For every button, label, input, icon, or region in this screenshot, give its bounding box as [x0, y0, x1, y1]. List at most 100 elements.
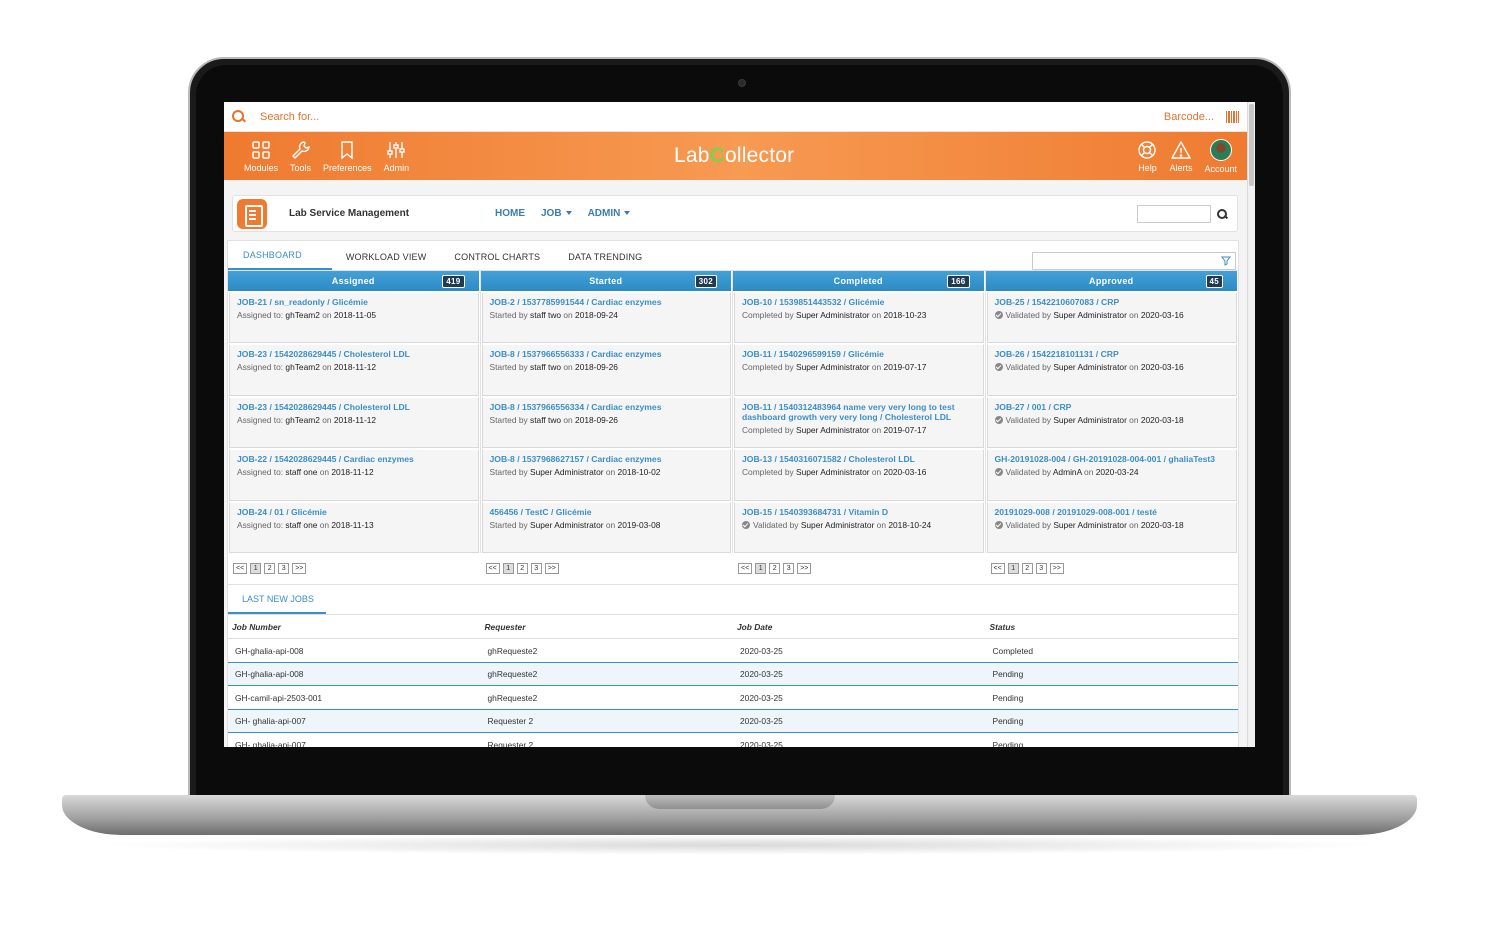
- job-link[interactable]: JOB-21 / sn_readonly / Glicémie: [237, 297, 471, 307]
- job-link[interactable]: JOB-26 / 1542218101131 / CRP: [995, 349, 1230, 359]
- app-nav: HOME JOB ADMIN: [495, 208, 631, 219]
- job-card[interactable]: JOB-13 / 1540316071582 / Cholesterol LDL…: [734, 449, 984, 501]
- page-button[interactable]: 1: [502, 562, 514, 574]
- column-header-job-number[interactable]: Job Number: [228, 614, 481, 640]
- barcode-icon[interactable]: [1226, 110, 1239, 123]
- job-link[interactable]: JOB-11 / 1540296599159 / Glicémie: [742, 349, 976, 359]
- job-card[interactable]: GH-20191028-004 / GH-20191028-004-001 / …: [986, 449, 1237, 501]
- column-header-job-date[interactable]: Job Date: [733, 614, 986, 640]
- job-card[interactable]: JOB-8 / 1537966556333 / Cardiac enzymes S…: [481, 344, 731, 396]
- table-cell: GH-ghalia-api-008: [228, 638, 481, 663]
- page-button[interactable]: 2: [769, 562, 781, 574]
- search-input[interactable]: [260, 110, 1164, 123]
- table-row[interactable]: GH-ghalia-api-008 ghRequeste2 2020-03-25 Pe…: [228, 662, 1238, 687]
- job-link[interactable]: JOB-11 / 1540312483964 name very very lo…: [742, 402, 976, 422]
- job-link[interactable]: JOB-15 / 1540393684731 / Vitamin D: [742, 507, 976, 517]
- column-header-requester[interactable]: Requester: [480, 614, 733, 640]
- page-button[interactable]: 1: [250, 562, 262, 574]
- job-card[interactable]: JOB-11 / 1540312483964 name very very lo…: [734, 396, 984, 449]
- tab-dashboard[interactable]: DASHBOARD: [228, 250, 332, 270]
- table-cell: Completed: [985, 638, 1238, 663]
- search-icon[interactable]: [1217, 208, 1227, 219]
- job-card[interactable]: 456456 / TestC / Glicémie Started by Supe…: [481, 501, 731, 553]
- table-cell: 2020-03-25: [733, 638, 986, 663]
- page-button[interactable]: 3: [530, 562, 542, 574]
- tab-workload-view[interactable]: WORKLOAD VIEW: [332, 252, 441, 270]
- job-link[interactable]: 456456 / TestC / Glicémie: [490, 507, 724, 517]
- page-button[interactable]: <<: [990, 562, 1005, 574]
- job-card[interactable]: JOB-23 / 1542028629445 / Cholesterol LDL…: [229, 396, 479, 449]
- tab-control-charts[interactable]: CONTROL CHARTS: [440, 252, 554, 270]
- scrollbar[interactable]: [1247, 102, 1255, 747]
- job-link[interactable]: JOB-25 / 1542210607083 / CRP: [995, 297, 1230, 307]
- job-card[interactable]: JOB-15 / 1540393684731 / Vitamin D Valida…: [734, 501, 984, 553]
- page-button[interactable]: >>: [797, 562, 812, 574]
- job-card[interactable]: 20191029-008 / 20191029-008-001 / testé V…: [986, 501, 1237, 553]
- nav-job[interactable]: JOB: [541, 208, 572, 219]
- page-button[interactable]: 3: [278, 562, 290, 574]
- table-row[interactable]: GH-ghalia-api-008 ghRequeste2 2020-03-25 Co…: [228, 638, 1238, 663]
- nav-admin[interactable]: ADMIN: [588, 208, 631, 219]
- page-button[interactable]: 2: [264, 562, 276, 574]
- job-card[interactable]: JOB-26 / 1542218101131 / CRP Validated by…: [986, 344, 1237, 396]
- account-button[interactable]: Account: [1198, 132, 1243, 180]
- alerts-button[interactable]: Alerts: [1163, 132, 1198, 180]
- job-card[interactable]: JOB-27 / 001 / CRP Validated by Super Adm…: [986, 396, 1237, 449]
- job-link[interactable]: 20191029-008 / 20191029-008-001 / testé: [995, 507, 1230, 517]
- job-card[interactable]: JOB-2 / 1537785991544 / Cardiac enzymes S…: [481, 292, 731, 344]
- job-card[interactable]: JOB-21 / sn_readonly / Glicémie Assigned …: [229, 292, 479, 344]
- job-link[interactable]: JOB-24 / 01 / Glicémie: [237, 507, 471, 517]
- help-button[interactable]: Help: [1131, 132, 1163, 180]
- admin-button[interactable]: Admin: [378, 132, 416, 180]
- page-button[interactable]: 2: [516, 562, 528, 574]
- job-card[interactable]: JOB-22 / 1542028629445 / Cardiac enzymes…: [229, 449, 479, 501]
- table-row[interactable]: GH- ghalia-api-007 Requester 2 2020-03-25 P…: [228, 732, 1238, 747]
- job-card[interactable]: JOB-24 / 01 / Glicémie Assigned to: staff…: [229, 501, 479, 553]
- job-link[interactable]: JOB-13 / 1540316071582 / Cholesterol LDL: [742, 454, 976, 464]
- search-icon[interactable]: [232, 109, 246, 124]
- page-button[interactable]: >>: [544, 562, 559, 574]
- page-button[interactable]: >>: [292, 562, 307, 574]
- preferences-button[interactable]: Preferences: [317, 132, 378, 180]
- job-card[interactable]: JOB-25 / 1542210607083 / CRP Validated by…: [986, 292, 1237, 344]
- job-link[interactable]: JOB-8 / 1537968627157 / Cardiac enzymes: [490, 454, 724, 464]
- job-link[interactable]: JOB-27 / 001 / CRP: [995, 402, 1230, 412]
- filter-icon[interactable]: [1221, 256, 1231, 266]
- job-link[interactable]: GH-20191028-004 / GH-20191028-004-001 / …: [995, 454, 1230, 464]
- job-card[interactable]: JOB-10 / 1539851443532 / Glicémie Complet…: [734, 292, 984, 344]
- job-link[interactable]: JOB-22 / 1542028629445 / Cardiac enzymes: [237, 454, 471, 464]
- scrollbar-thumb[interactable]: [1249, 104, 1254, 186]
- page-button[interactable]: 1: [1007, 562, 1019, 574]
- job-card[interactable]: JOB-11 / 1540296599159 / Glicémie Complet…: [734, 344, 984, 396]
- page-button[interactable]: >>: [1049, 562, 1064, 574]
- grid-icon: [252, 140, 270, 159]
- job-link[interactable]: JOB-8 / 1537966556334 / Cardiac enzymes: [490, 402, 724, 412]
- page-button[interactable]: 2: [1021, 562, 1033, 574]
- filter-input[interactable]: [1032, 252, 1236, 270]
- column-header-status[interactable]: Status: [985, 614, 1238, 640]
- tab-data-trending[interactable]: DATA TRENDING: [554, 252, 656, 270]
- page-button[interactable]: 3: [1035, 562, 1047, 574]
- header-search-input[interactable]: [1137, 204, 1211, 223]
- job-card[interactable]: JOB-8 / 1537966556334 / Cardiac enzymes S…: [481, 396, 731, 449]
- page-button[interactable]: <<: [485, 562, 500, 574]
- tab-last-new-jobs[interactable]: LAST NEW JOBS: [228, 594, 326, 614]
- job-card[interactable]: JOB-23 / 1542028629445 / Cholesterol LDL…: [229, 344, 479, 396]
- job-link[interactable]: JOB-23 / 1542028629445 / Cholesterol LDL: [237, 349, 471, 359]
- table-row[interactable]: GH-camil-api-2503-001 ghRequeste2 2020-03-…: [228, 685, 1238, 710]
- check-circle-icon: [742, 520, 750, 529]
- job-link[interactable]: JOB-10 / 1539851443532 / Glicémie: [742, 297, 976, 307]
- nav-home[interactable]: HOME: [495, 208, 525, 219]
- page-button[interactable]: 3: [783, 562, 795, 574]
- page-button[interactable]: <<: [233, 562, 248, 574]
- job-link[interactable]: JOB-23 / 1542028629445 / Cholesterol LDL: [237, 402, 471, 412]
- modules-button[interactable]: Modules: [238, 132, 284, 180]
- job-card[interactable]: JOB-8 / 1537968627157 / Cardiac enzymes S…: [481, 449, 731, 501]
- page-button[interactable]: <<: [738, 562, 753, 574]
- job-link[interactable]: JOB-2 / 1537785991544 / Cardiac enzymes: [490, 297, 724, 307]
- barcode-label[interactable]: Barcode...: [1164, 111, 1214, 123]
- page-button[interactable]: 1: [755, 562, 767, 574]
- tools-button[interactable]: Tools: [284, 132, 317, 180]
- table-row[interactable]: GH- ghalia-api-007 Requester 2 2020-03-25 P…: [228, 709, 1238, 734]
- job-link[interactable]: JOB-8 / 1537966556333 / Cardiac enzymes: [490, 349, 724, 359]
